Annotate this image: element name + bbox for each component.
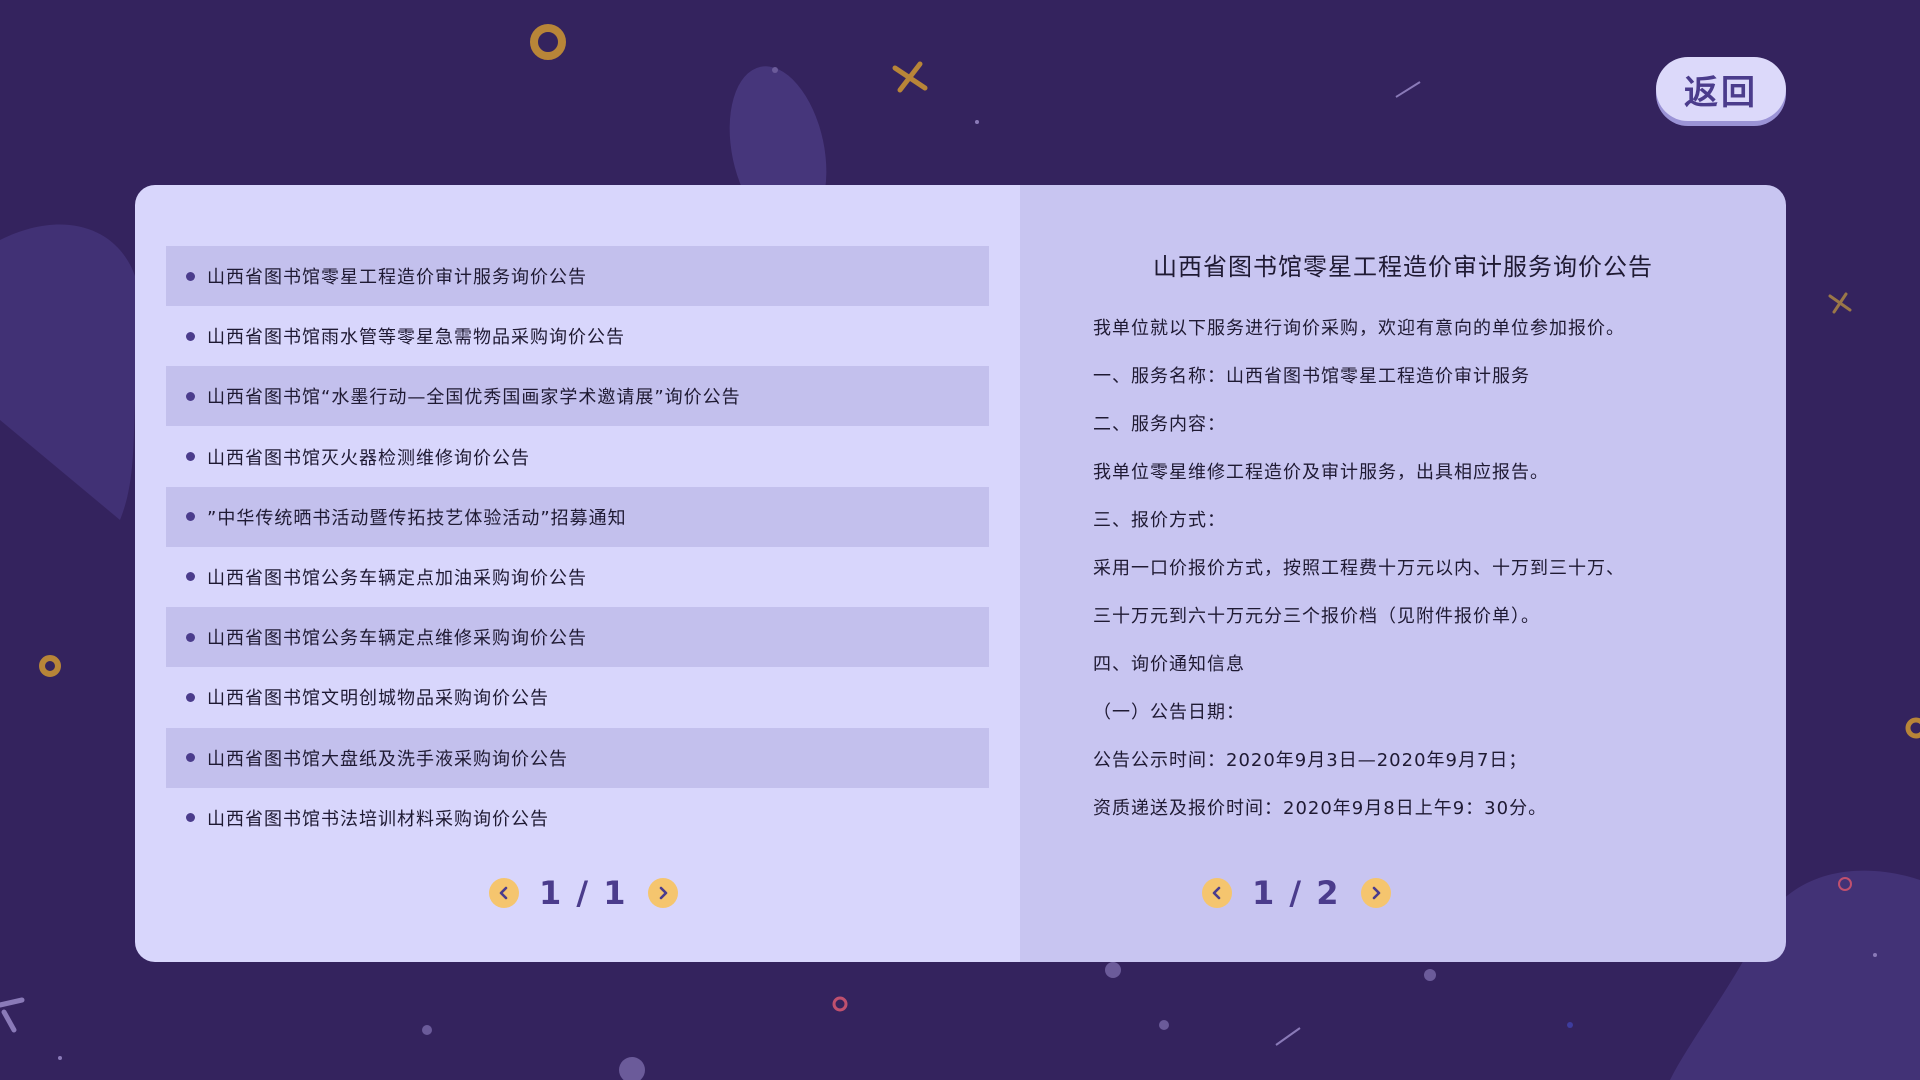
list-pager: 1 / 1 [489, 874, 678, 912]
detail-line: 一、服务名称：山西省图书馆零星工程造价审计服务 [1093, 366, 1530, 387]
detail-body: 我单位就以下服务进行询价采购，欢迎有意向的单位参加报价。 一、服务名称：山西省图… [1093, 305, 1743, 833]
detail-line: 三十万元到六十万元分三个报价档（见附件报价单）。 [1093, 606, 1540, 627]
list-item-label: 山西省图书馆零星工程造价审计服务询价公告 [207, 267, 587, 288]
detail-line: 我单位就以下服务进行询价采购，欢迎有意向的单位参加报价。 [1093, 318, 1625, 339]
list-item[interactable]: 山西省图书馆灭火器检测维修询价公告 [166, 427, 989, 487]
next-page-button[interactable] [647, 878, 678, 908]
detail-pager: 1 / 2 [1202, 874, 1391, 912]
list-item-label: 山西省图书馆“水墨行动—全国优秀国画家学术邀请展”询价公告 [207, 387, 741, 409]
list-item[interactable]: 山西省图书馆大盘纸及洗手液采购询价公告 [166, 727, 989, 788]
prev-page-button[interactable] [489, 878, 519, 908]
bullet-icon [186, 813, 195, 823]
bullet-icon [186, 512, 195, 522]
bullet-icon [186, 632, 195, 642]
detail-line: 采用一口价报价方式，按照工程费十万元以内、十万到三十万、 [1093, 558, 1625, 579]
list-page-indicator: 1 / 1 [539, 874, 628, 912]
bullet-icon [186, 753, 195, 762]
list-item-label: 山西省图书馆书法培训材料采购询价公告 [207, 808, 549, 830]
detail-line: 我单位零星维修工程造价及审计服务，出具相应报告。 [1093, 462, 1549, 483]
chevron-left-icon [1212, 886, 1221, 900]
next-page-button[interactable] [1360, 878, 1391, 908]
prev-page-button[interactable] [1202, 878, 1232, 908]
list-item[interactable]: 山西省图书馆公务车辆定点维修采购询价公告 [166, 607, 989, 668]
notice-list-panel: 山西省图书馆零星工程造价审计服务询价公告 山西省图书馆雨水管等零星急需物品采购询… [135, 185, 1020, 962]
list-item[interactable]: 山西省图书馆零星工程造价审计服务询价公告 [166, 246, 989, 306]
bullet-icon [186, 452, 195, 462]
detail-line: 四、询价通知信息 [1093, 654, 1245, 675]
detail-page-indicator: 1 / 2 [1252, 874, 1341, 912]
bullet-icon [186, 331, 195, 341]
notice-list: 山西省图书馆零星工程造价审计服务询价公告 山西省图书馆雨水管等零星急需物品采购询… [166, 246, 989, 848]
detail-title: 山西省图书馆零星工程造价审计服务询价公告 [1153, 253, 1653, 281]
detail-line: 公告公示时间：2020年9月3日—2020年9月7日； [1093, 750, 1528, 771]
detail-line: 三、报价方式： [1093, 510, 1226, 531]
list-item-label: 山西省图书馆公务车辆定点加油采购询价公告 [207, 567, 587, 589]
notice-panel: 山西省图书馆零星工程造价审计服务询价公告 山西省图书馆雨水管等零星急需物品采购询… [135, 185, 1786, 962]
bullet-icon [186, 271, 195, 281]
detail-line: （一）公告日期： [1093, 702, 1245, 723]
list-item-label: 山西省图书馆雨水管等零星急需物品采购询价公告 [207, 327, 625, 349]
list-item[interactable]: 山西省图书馆公务车辆定点加油采购询价公告 [166, 547, 989, 607]
bullet-icon [186, 572, 195, 582]
back-button[interactable]: 返回 [1656, 57, 1786, 121]
bullet-icon [186, 391, 195, 401]
list-item[interactable]: 山西省图书馆文明创城物品采购询价公告 [166, 667, 989, 727]
detail-line: 二、服务内容： [1093, 414, 1226, 435]
detail-line: 资质递送及报价时间：2020年9月8日上午9：30分。 [1093, 798, 1548, 819]
list-item-label: 山西省图书馆灭火器检测维修询价公告 [207, 447, 530, 469]
list-item-label: 山西省图书馆公务车辆定点维修采购询价公告 [207, 628, 587, 650]
chevron-right-icon [659, 886, 667, 900]
list-item-label: ”中华传统晒书活动暨传拓技艺体验活动”招募通知 [207, 507, 627, 529]
chevron-left-icon [499, 886, 508, 900]
list-item[interactable]: 山西省图书馆书法培训材料采购询价公告 [166, 788, 989, 848]
chevron-right-icon [1372, 886, 1380, 900]
bullet-icon [186, 692, 195, 702]
list-item[interactable]: ”中华传统晒书活动暨传拓技艺体验活动”招募通知 [166, 486, 989, 547]
list-item-label: 山西省图书馆大盘纸及洗手液采购询价公告 [207, 748, 568, 770]
list-item[interactable]: 山西省图书馆“水墨行动—全国优秀国画家学术邀请展”询价公告 [166, 366, 989, 427]
list-item-label: 山西省图书馆文明创城物品采购询价公告 [207, 688, 549, 710]
notice-detail-panel: 山西省图书馆零星工程造价审计服务询价公告 我单位就以下服务进行询价采购，欢迎有意… [1020, 185, 1786, 962]
list-item[interactable]: 山西省图书馆雨水管等零星急需物品采购询价公告 [166, 306, 989, 366]
